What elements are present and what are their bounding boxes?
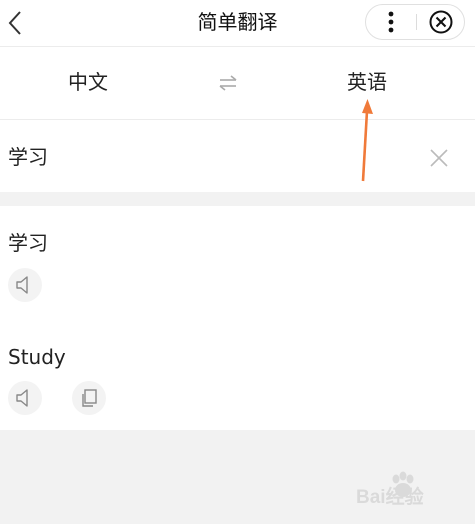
speaker-icon xyxy=(16,276,28,294)
baidu-jingyan-watermark: Bai经验 xyxy=(356,470,468,512)
play-source-button[interactable] xyxy=(8,268,42,302)
swap-language-button[interactable] xyxy=(216,71,240,95)
close-icon xyxy=(430,149,448,167)
annotation-arrow-icon xyxy=(361,99,373,182)
translation-result: 学习 Study xyxy=(0,206,475,430)
input-field[interactable]: 学习 xyxy=(8,144,48,170)
more-button[interactable] xyxy=(366,5,416,39)
header-bar: 简单翻译 xyxy=(0,0,475,47)
language-selector: 中文 英语 xyxy=(0,47,475,120)
play-translation-button[interactable] xyxy=(8,381,42,415)
copy-icon xyxy=(82,389,97,407)
close-button[interactable] xyxy=(417,5,465,39)
watermark-text: Bai经验 xyxy=(356,487,424,508)
copy-translation-button[interactable] xyxy=(72,381,106,415)
source-language-button[interactable]: 中文 xyxy=(68,69,108,95)
speaker-icon xyxy=(16,389,28,407)
mini-program-capsule xyxy=(365,4,465,40)
clear-input-button[interactable] xyxy=(426,145,452,171)
more-vertical-icon xyxy=(388,11,394,33)
translation-text: Study xyxy=(8,345,66,369)
input-area[interactable]: 学习 xyxy=(0,120,475,192)
swap-arrows-icon xyxy=(219,75,237,91)
close-circle-icon xyxy=(429,10,453,34)
target-language-button[interactable]: 英语 xyxy=(347,69,387,95)
source-text: 学习 xyxy=(8,231,48,255)
